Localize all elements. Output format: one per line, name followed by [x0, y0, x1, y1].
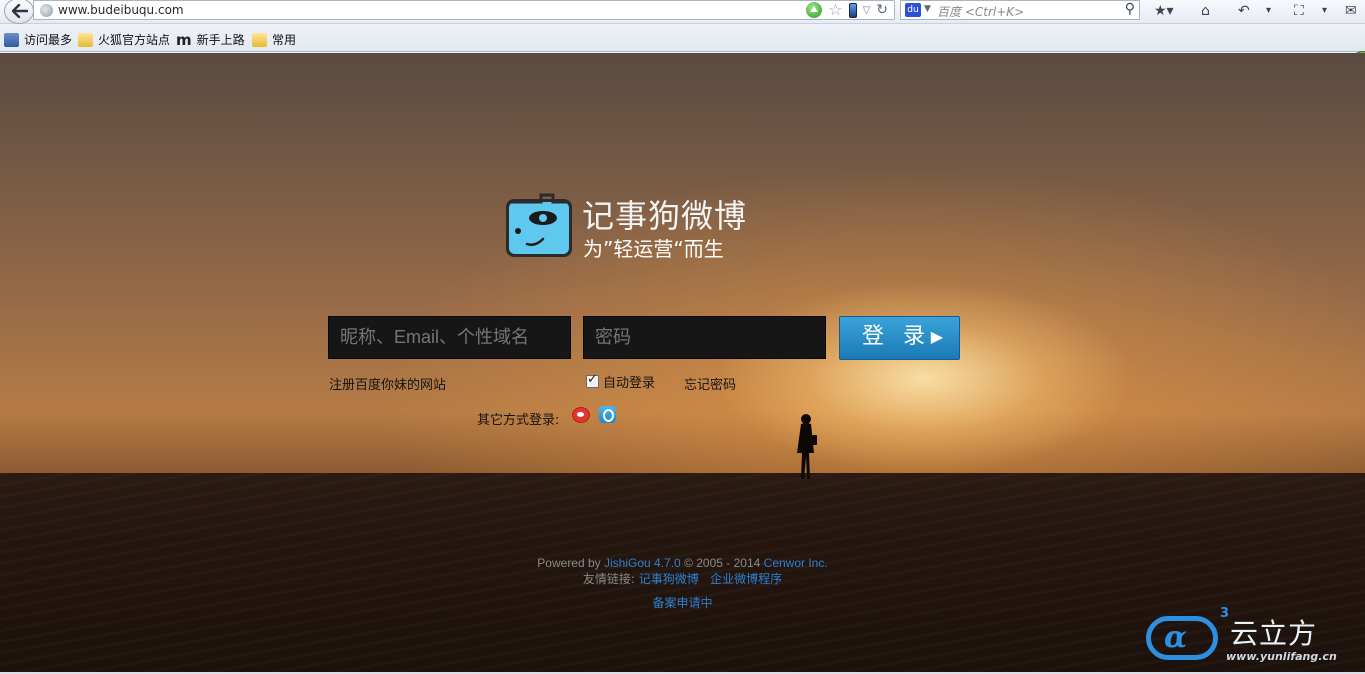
bookmark-common[interactable]: 常用	[252, 31, 296, 48]
alpha-icon: α	[1164, 620, 1188, 655]
bookmarks-toolbar: 访问最多 火狐官方站点 m 新手上路 常用	[0, 25, 1365, 81]
mobile-icon[interactable]	[848, 2, 857, 18]
forgot-password-link[interactable]: 忘记密码	[684, 374, 736, 393]
back-button[interactable]	[4, 0, 34, 24]
watermark-superscript: 3	[1220, 606, 1230, 621]
reload-icon[interactable]: ↻	[876, 2, 888, 18]
history-dropdown-icon[interactable]: ▽	[863, 5, 871, 16]
crop-dropdown-icon[interactable]: ▾	[1322, 1, 1327, 21]
m-logo-icon: m	[176, 30, 192, 49]
bookmarks-menu-icon[interactable]: ★▾	[1154, 1, 1174, 21]
chat-icon[interactable]: ✉	[1345, 1, 1357, 21]
copyright-text: © 2005 - 2014	[684, 556, 761, 570]
url-bar[interactable]: www.budeibuqu.com ☆ ▽ ↻	[33, 0, 895, 20]
bookmark-star-icon[interactable]: ☆	[828, 2, 842, 18]
undo-dropdown-icon[interactable]: ▾	[1266, 1, 1271, 21]
page-viewport: 记事狗微博 为”轻运营“而生 登 录 ▶ 注册百度你妹的网站 自动登录 忘记密码…	[0, 53, 1365, 672]
search-engine-dropdown-icon[interactable]: ▼	[924, 4, 931, 14]
auto-login-option[interactable]: 自动登录	[586, 372, 655, 391]
site-logo-icon	[506, 193, 572, 257]
username-input[interactable]	[328, 316, 571, 359]
url-bar-icons: ☆ ▽ ↻	[806, 2, 888, 18]
back-arrow-icon	[12, 4, 28, 18]
most-visited-icon	[4, 32, 19, 47]
login-button[interactable]: 登 录 ▶	[839, 316, 960, 360]
watermark-logo: α 3 云立方 www.yunlifang.cn	[1146, 606, 1356, 668]
other-login-label: 其它方式登录:	[477, 413, 560, 428]
footer-powered-by: Powered by JishiGou 4.7.0 © 2005 - 2014 …	[0, 556, 1365, 570]
site-identity-icon[interactable]	[40, 4, 53, 17]
friend-link[interactable]: 企业微博程序	[710, 572, 782, 586]
bookmark-label: 火狐官方站点	[98, 33, 171, 47]
friend-link[interactable]: 记事狗微博	[639, 572, 699, 586]
search-bar[interactable]: du ▼ 百度 <Ctrl+K> ⚲	[900, 0, 1140, 20]
auto-login-label[interactable]: 自动登录	[603, 372, 655, 391]
register-link[interactable]: 注册百度你妹的网站	[329, 374, 446, 393]
chevron-right-icon: ▶	[930, 327, 943, 346]
bookmark-getting-started[interactable]: m 新手上路	[176, 31, 245, 48]
bookmark-firefox-site[interactable]: 火狐官方站点	[78, 31, 170, 48]
footer-friend-links: 友情链接: 记事狗微博 企业微博程序	[0, 570, 1365, 587]
watermark-url: www.yunlifang.cn	[1226, 650, 1337, 663]
company-link[interactable]: Cenwor Inc.	[764, 556, 828, 570]
site-title: 记事狗微博	[582, 197, 748, 235]
auto-login-checkbox[interactable]	[586, 372, 599, 388]
baidu-paw-icon[interactable]: du	[905, 3, 921, 17]
person-silhouette	[797, 414, 817, 479]
password-input[interactable]	[583, 316, 826, 359]
folder-icon	[252, 32, 267, 47]
watermark-name: 云立方	[1230, 617, 1318, 650]
search-input[interactable]: 百度 <Ctrl+K>	[937, 3, 1024, 20]
undo-icon[interactable]: ↶	[1238, 1, 1250, 21]
bookmark-label: 访问最多	[24, 33, 73, 47]
weibo-login-icon[interactable]	[572, 407, 590, 423]
powered-by-text: Powered by	[537, 556, 601, 570]
site-slogan: 为”轻运营“而生	[583, 237, 724, 261]
login-button-label: 登 录	[862, 324, 931, 349]
bookmark-most-visited[interactable]: 访问最多	[4, 31, 72, 48]
folder-icon	[78, 32, 93, 47]
home-icon[interactable]: ⌂	[1201, 1, 1210, 21]
bookmark-label: 常用	[272, 33, 297, 47]
crop-icon[interactable]: ⛶	[1294, 1, 1304, 21]
bookmark-label: 新手上路	[196, 33, 245, 47]
url-text[interactable]: www.budeibuqu.com	[58, 3, 184, 17]
navigation-toolbar: www.budeibuqu.com ☆ ▽ ↻ du ▼ 百度 <Ctrl+K>…	[0, 0, 1365, 24]
search-magnifier-icon[interactable]: ⚲	[1125, 1, 1135, 17]
qq-login-icon[interactable]	[599, 406, 616, 423]
go-icon[interactable]	[806, 2, 823, 18]
product-link[interactable]: JishiGou 4.7.0	[604, 556, 681, 570]
friend-links-label: 友情链接:	[582, 572, 635, 586]
